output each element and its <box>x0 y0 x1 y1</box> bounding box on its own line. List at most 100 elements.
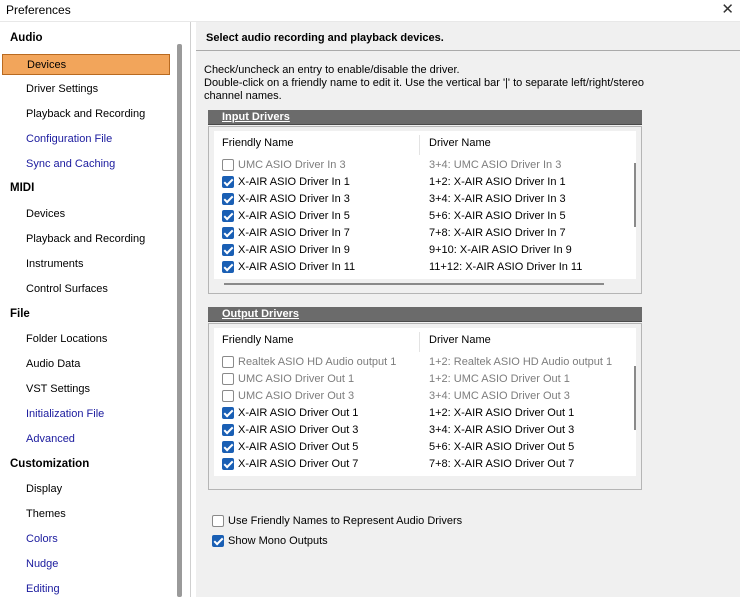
output-driver-checkbox[interactable] <box>222 356 234 368</box>
sidebar-item-initialization-file[interactable]: Initialization File <box>2 404 170 425</box>
output-driver-row[interactable]: X-AIR ASIO Driver Out 1 1+2: X-AIR ASIO … <box>214 405 636 422</box>
output-driver-driver-name: 7+8: X-AIR ASIO Driver Out 7 <box>429 458 575 470</box>
input-driver-driver-name: 1+2: X-AIR ASIO Driver In 1 <box>429 176 566 188</box>
input-driver-friendly-name[interactable]: X-AIR ASIO Driver In 9 <box>238 244 350 256</box>
output-driver-friendly-name[interactable]: UMC ASIO Driver Out 1 <box>238 373 354 385</box>
input-driver-row[interactable]: X-AIR ASIO Driver In 11 11+12: X-AIR ASI… <box>214 259 636 276</box>
input-driver-row[interactable]: X-AIR ASIO Driver In 5 5+6: X-AIR ASIO D… <box>214 208 636 225</box>
output-driver-checkbox[interactable] <box>222 373 234 385</box>
input-driver-checkbox[interactable] <box>222 176 234 188</box>
input-driver-row[interactable]: UMC ASIO Driver In 3 3+4: UMC ASIO Drive… <box>214 157 636 174</box>
input-driver-row[interactable]: X-AIR ASIO Driver In 3 3+4: X-AIR ASIO D… <box>214 191 636 208</box>
sidebar: Audio Devices Driver Settings Playback a… <box>0 22 191 597</box>
input-driver-friendly-name[interactable]: X-AIR ASIO Driver In 7 <box>238 227 350 239</box>
use-friendly-names-option[interactable]: Use Friendly Names to Represent Audio Dr… <box>212 514 472 530</box>
output-driver-driver-name: 3+4: UMC ASIO Driver Out 3 <box>429 390 570 402</box>
input-driver-checkbox[interactable] <box>222 193 234 205</box>
output-driver-friendly-name[interactable]: Realtek ASIO HD Audio output 1 <box>238 356 396 368</box>
input-col-separator[interactable] <box>419 135 420 155</box>
output-list-vscrollbar[interactable] <box>634 366 636 430</box>
input-driver-friendly-name[interactable]: UMC ASIO Driver In 3 <box>238 159 346 171</box>
sidebar-item-midi-playback-recording[interactable]: Playback and Recording <box>2 229 170 250</box>
output-driver-friendly-name[interactable]: UMC ASIO Driver Out 3 <box>238 390 354 402</box>
input-driver-friendly-name[interactable]: X-AIR ASIO Driver In 3 <box>238 193 350 205</box>
output-driver-driver-name: 1+2: X-AIR ASIO Driver Out 1 <box>429 407 575 419</box>
sidebar-item-sync-caching[interactable]: Sync and Caching <box>2 154 170 175</box>
input-driver-row[interactable]: X-AIR ASIO Driver In 7 7+8: X-AIR ASIO D… <box>214 225 636 242</box>
input-driver-driver-name: 5+6: X-AIR ASIO Driver In 5 <box>429 210 566 222</box>
sidebar-item-instruments[interactable]: Instruments <box>2 254 170 275</box>
page-title: Select audio recording and playback devi… <box>206 32 444 44</box>
output-driver-friendly-name[interactable]: X-AIR ASIO Driver Out 1 <box>238 407 358 419</box>
sidebar-item-configuration-file[interactable]: Configuration File <box>2 129 170 150</box>
output-col-separator[interactable] <box>419 332 420 352</box>
output-driver-friendly-name[interactable]: X-AIR ASIO Driver Out 3 <box>238 424 358 436</box>
output-col-driver-name[interactable]: Driver Name <box>429 334 491 346</box>
output-drivers-group: Friendly Name Driver Name Realtek ASIO H… <box>208 323 642 490</box>
input-driver-row[interactable]: X-AIR ASIO Driver In 1 1+2: X-AIR ASIO D… <box>214 174 636 191</box>
input-driver-checkbox[interactable] <box>222 261 234 273</box>
input-list-vscrollbar[interactable] <box>634 163 636 227</box>
output-driver-driver-name: 1+2: UMC ASIO Driver Out 1 <box>429 373 570 385</box>
output-driver-checkbox[interactable] <box>222 390 234 402</box>
sidebar-item-vst-settings[interactable]: VST Settings <box>2 379 170 400</box>
output-driver-row[interactable]: Realtek ASIO HD Audio output 1 1+2: Real… <box>214 354 636 371</box>
output-driver-checkbox[interactable] <box>222 441 234 453</box>
close-icon[interactable]: ✕ <box>721 0 734 18</box>
sidebar-item-audio-playback-recording[interactable]: Playback and Recording <box>2 104 170 125</box>
main-panel: Select audio recording and playback devi… <box>196 22 740 597</box>
output-driver-driver-name: 3+4: X-AIR ASIO Driver Out 3 <box>429 424 575 436</box>
output-driver-checkbox[interactable] <box>222 424 234 436</box>
output-driver-row[interactable]: UMC ASIO Driver Out 3 3+4: UMC ASIO Driv… <box>214 388 636 405</box>
page-header: Select audio recording and playback devi… <box>196 26 740 51</box>
input-list-hscrollbar[interactable] <box>224 283 604 285</box>
sidebar-item-audio-devices[interactable]: Devices <box>2 54 170 75</box>
output-driver-checkbox[interactable] <box>222 407 234 419</box>
use-friendly-names-label[interactable]: Use Friendly Names to Represent Audio Dr… <box>228 515 462 527</box>
input-driver-checkbox[interactable] <box>222 227 234 239</box>
output-col-friendly-name[interactable]: Friendly Name <box>222 334 294 346</box>
input-driver-driver-name: 9+10: X-AIR ASIO Driver In 9 <box>429 244 572 256</box>
sidebar-item-audio-data[interactable]: Audio Data <box>2 354 170 375</box>
sidebar-item-display[interactable]: Display <box>2 479 170 500</box>
input-driver-friendly-name[interactable]: X-AIR ASIO Driver In 1 <box>238 176 350 188</box>
sidebar-item-control-surfaces[interactable]: Control Surfaces <box>2 279 170 300</box>
window-title: Preferences <box>6 3 71 17</box>
show-mono-outputs-checkbox[interactable] <box>212 535 224 547</box>
sidebar-scrollbar[interactable] <box>177 44 182 597</box>
sidebar-item-folder-locations[interactable]: Folder Locations <box>2 329 170 350</box>
output-driver-driver-name: 5+6: X-AIR ASIO Driver Out 5 <box>429 441 575 453</box>
use-friendly-names-checkbox[interactable] <box>212 515 224 527</box>
input-driver-checkbox[interactable] <box>222 159 234 171</box>
show-mono-outputs-label[interactable]: Show Mono Outputs <box>228 535 328 547</box>
sidebar-section-midi: MIDI <box>10 182 35 194</box>
input-driver-driver-name: 7+8: X-AIR ASIO Driver In 7 <box>429 227 566 239</box>
output-driver-driver-name: 1+2: Realtek ASIO HD Audio output 1 <box>429 356 613 368</box>
sidebar-item-advanced[interactable]: Advanced <box>2 429 170 450</box>
instruction-line-3: channel names. <box>204 90 282 102</box>
sidebar-item-midi-devices[interactable]: Devices <box>2 204 170 225</box>
input-drivers-list: Friendly Name Driver Name UMC ASIO Drive… <box>214 131 636 279</box>
sidebar-item-themes[interactable]: Themes <box>2 504 170 525</box>
input-driver-checkbox[interactable] <box>222 210 234 222</box>
input-col-driver-name[interactable]: Driver Name <box>429 137 491 149</box>
sidebar-item-driver-settings[interactable]: Driver Settings <box>2 79 170 100</box>
input-driver-row[interactable]: X-AIR ASIO Driver In 9 9+10: X-AIR ASIO … <box>214 242 636 259</box>
output-driver-row[interactable]: X-AIR ASIO Driver Out 3 3+4: X-AIR ASIO … <box>214 422 636 439</box>
output-driver-friendly-name[interactable]: X-AIR ASIO Driver Out 5 <box>238 441 358 453</box>
output-driver-row[interactable]: X-AIR ASIO Driver Out 7 7+8: X-AIR ASIO … <box>214 456 636 473</box>
show-mono-outputs-option[interactable]: Show Mono Outputs <box>212 534 352 550</box>
instruction-line-1: Check/uncheck an entry to enable/disable… <box>204 64 460 76</box>
output-driver-friendly-name[interactable]: X-AIR ASIO Driver Out 7 <box>238 458 358 470</box>
input-driver-friendly-name[interactable]: X-AIR ASIO Driver In 5 <box>238 210 350 222</box>
output-driver-row[interactable]: UMC ASIO Driver Out 1 1+2: UMC ASIO Driv… <box>214 371 636 388</box>
input-driver-checkbox[interactable] <box>222 244 234 256</box>
instruction-line-2: Double-click on a friendly name to edit … <box>204 77 644 89</box>
output-driver-row[interactable]: X-AIR ASIO Driver Out 5 5+6: X-AIR ASIO … <box>214 439 636 456</box>
input-col-friendly-name[interactable]: Friendly Name <box>222 137 294 149</box>
sidebar-item-nudge[interactable]: Nudge <box>2 554 170 575</box>
sidebar-item-colors[interactable]: Colors <box>2 529 170 550</box>
output-driver-checkbox[interactable] <box>222 458 234 470</box>
input-drivers-title: Input Drivers <box>208 110 642 125</box>
input-driver-friendly-name[interactable]: X-AIR ASIO Driver In 11 <box>238 261 355 273</box>
